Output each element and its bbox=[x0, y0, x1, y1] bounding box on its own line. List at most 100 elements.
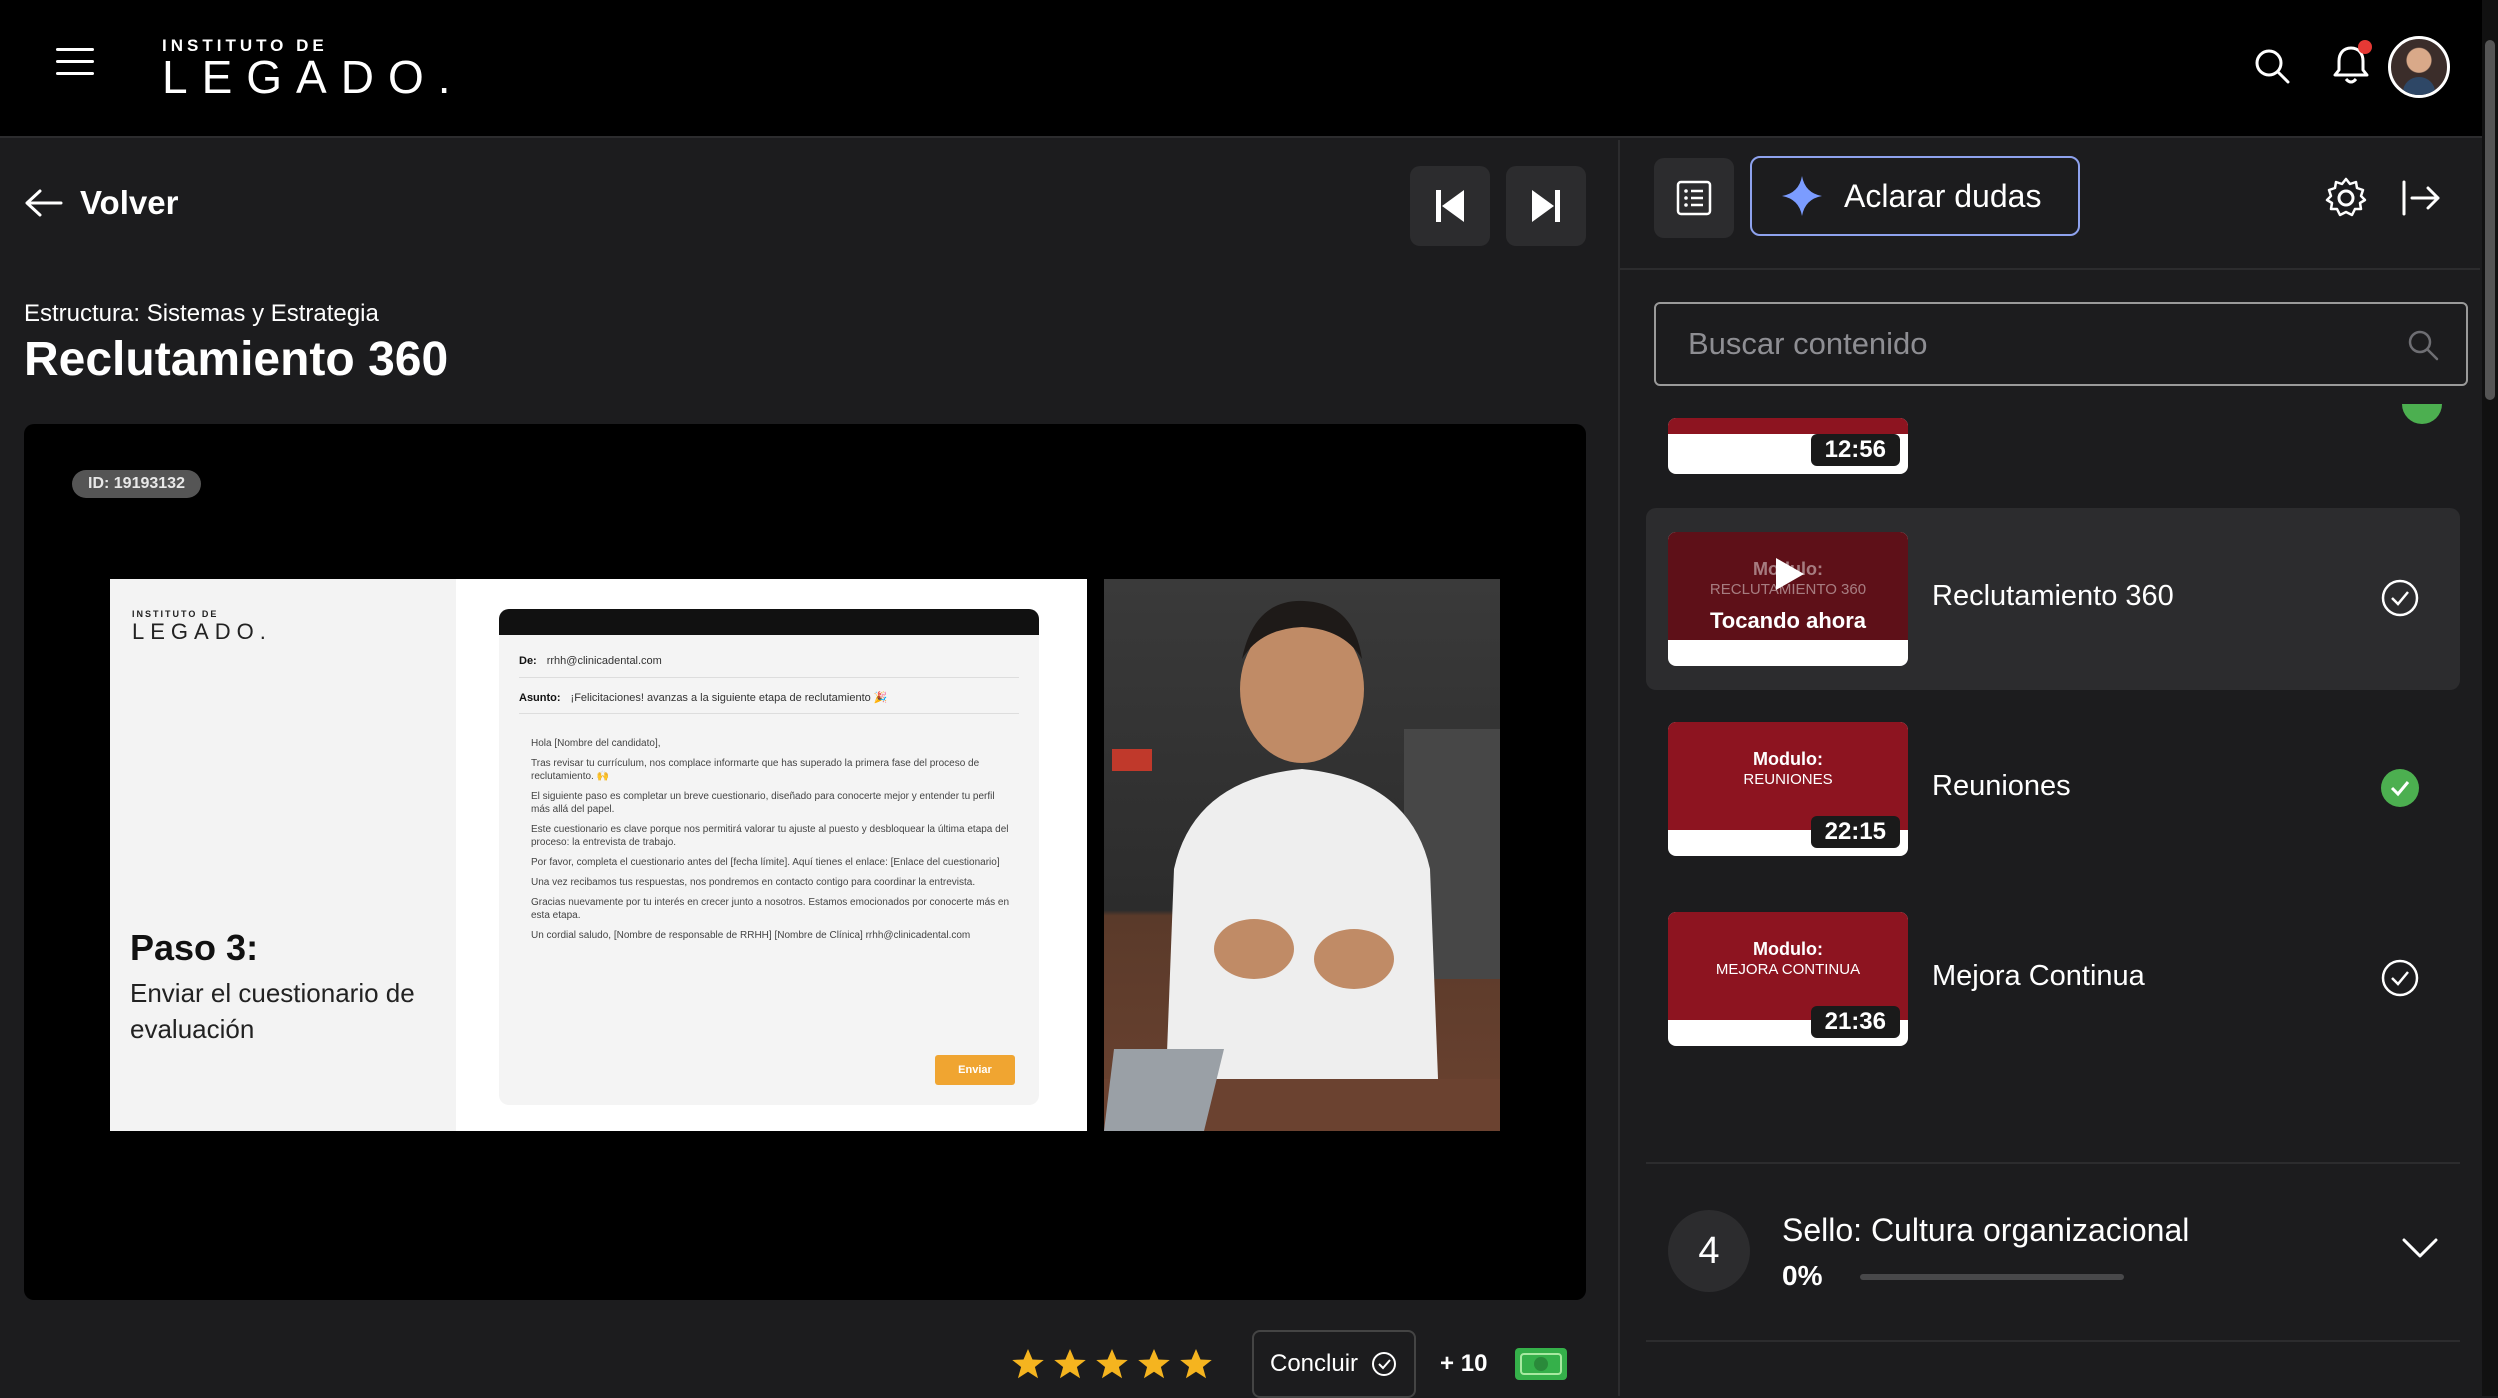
lesson-item-mejora-continua[interactable]: Modulo: MEJORA CONTINUA 21:36 Mejora Con… bbox=[1646, 890, 2460, 1072]
thumbnail-module-name: MEJORA CONTINUA bbox=[1715, 961, 1861, 978]
lesson-duration: 22:15 bbox=[1810, 816, 1900, 848]
star-icon[interactable] bbox=[1178, 1346, 1214, 1382]
list-icon bbox=[1676, 180, 1712, 216]
check-done-icon bbox=[2402, 404, 2442, 424]
chevron-down-icon[interactable] bbox=[2400, 1236, 2440, 1260]
lesson-title: Mejora Continua bbox=[1932, 960, 2145, 992]
star-icon[interactable] bbox=[1052, 1346, 1088, 1382]
points-label: + 10 bbox=[1440, 1350, 1488, 1377]
email-body: Hola [Nombre del candidato], Tras revisa… bbox=[531, 737, 1011, 949]
star-icon[interactable] bbox=[1136, 1346, 1172, 1382]
check-done-icon bbox=[2381, 769, 2419, 807]
logo[interactable]: INSTITUTO DE LEGADO. bbox=[162, 36, 465, 100]
content-search bbox=[1654, 302, 2468, 386]
check-circle-icon bbox=[1372, 1352, 1397, 1376]
email-paragraph: Hola [Nombre del candidato], bbox=[531, 738, 661, 749]
skip-back-icon bbox=[1436, 190, 1464, 222]
section-percent: 0% bbox=[1782, 1260, 1823, 1291]
search-icon[interactable] bbox=[2406, 328, 2440, 362]
thumbnail-banner bbox=[1668, 418, 1908, 434]
section-title: Sello: Cultura organizacional bbox=[1782, 1212, 2190, 1248]
course-sidebar: Aclarar dudas 12:56 Modulo: RECLUTAM bbox=[1618, 140, 2480, 1396]
search-input[interactable] bbox=[1656, 304, 2396, 384]
slide-logo-big: LEGADO. bbox=[132, 619, 272, 644]
page-scrollbar[interactable] bbox=[2482, 0, 2498, 1396]
email-paragraph: Tras revisar tu currículum, nos complace… bbox=[531, 758, 980, 782]
video-player[interactable]: ID: 19193132 INSTITUTO DE LEGADO. Paso 3… bbox=[24, 424, 1586, 1300]
logo-big-text: LEGADO. bbox=[162, 51, 465, 103]
course-section-4[interactable]: 4 Sello: Cultura organizacional 0% bbox=[1646, 1162, 2460, 1342]
email-subject-label: Asunto: bbox=[519, 692, 561, 704]
lesson-thumbnail: Modulo: MEJORA CONTINUA 21:36 bbox=[1668, 912, 1908, 1046]
ask-ai-button[interactable]: Aclarar dudas bbox=[1750, 156, 2080, 236]
email-from-row: De: rrhh@clinicadental.com bbox=[519, 655, 662, 667]
thumbnail-module-name: REUNIONES bbox=[1743, 771, 1833, 788]
search-icon[interactable] bbox=[2252, 46, 2292, 86]
presenter-video bbox=[1104, 579, 1500, 1131]
slide-logo-small: INSTITUTO DE bbox=[132, 609, 219, 619]
lesson-thumbnail[interactable]: 12:56 bbox=[1668, 418, 1908, 474]
sparkle-icon bbox=[1782, 176, 1822, 216]
lesson-item-reuniones[interactable]: Modulo: REUNIONES 22:15 Reuniones bbox=[1646, 700, 2460, 882]
next-lesson-button[interactable] bbox=[1506, 166, 1586, 246]
email-paragraph: Este cuestionario es clave porque nos pe… bbox=[531, 824, 1009, 848]
star-icon[interactable] bbox=[1094, 1346, 1130, 1382]
section-number: 4 bbox=[1668, 1210, 1750, 1292]
gear-icon[interactable] bbox=[2324, 176, 2368, 220]
email-paragraph: Una vez recibamos tus respuestas, nos po… bbox=[531, 877, 976, 888]
lesson-title: Reuniones bbox=[1932, 770, 2071, 802]
email-divider bbox=[519, 713, 1019, 714]
email-paragraph: Gracias nuevamente por tu interés en cre… bbox=[531, 897, 1010, 921]
email-paragraph: Un cordial saludo, [Nombre de responsabl… bbox=[531, 930, 971, 941]
ticket-icon bbox=[1515, 1348, 1568, 1380]
lesson-title: Reclutamiento 360 bbox=[24, 333, 449, 386]
lesson-breadcrumb: Estructura: Sistemas y Estrategia bbox=[24, 300, 379, 327]
lesson-thumbnail: Modulo: RECLUTAMIENTO 360 Tocando ahora bbox=[1668, 532, 1908, 666]
email-subject-row: Asunto: ¡Felicitaciones! avanzas a la sig… bbox=[519, 691, 888, 704]
scrollbar-thumb[interactable] bbox=[2485, 40, 2495, 400]
lesson-thumbnail: Modulo: REUNIONES 22:15 bbox=[1668, 722, 1908, 856]
contents-list-button[interactable] bbox=[1654, 158, 1734, 238]
thumbnail-module-text: Modulo: MEJORA CONTINUA bbox=[1668, 940, 1908, 979]
slide-step-description: Enviar el cuestionario de evaluación bbox=[130, 978, 415, 1044]
lesson-item-reclutamiento[interactable]: Modulo: RECLUTAMIENTO 360 Tocando ahora … bbox=[1646, 508, 2460, 690]
slide-left-panel: INSTITUTO DE LEGADO. Paso 3: Enviar el c… bbox=[110, 579, 456, 1131]
star-icon[interactable] bbox=[1010, 1346, 1046, 1382]
email-send-button: Enviar bbox=[935, 1055, 1015, 1085]
menu-icon[interactable] bbox=[56, 46, 94, 78]
top-bar: INSTITUTO DE LEGADO. bbox=[0, 0, 2498, 138]
arrow-left-icon bbox=[25, 189, 63, 217]
conclude-label: Concluir bbox=[1270, 1350, 1359, 1377]
video-id-badge: ID: 19193132 bbox=[72, 470, 201, 498]
avatar[interactable] bbox=[2388, 36, 2450, 98]
email-from: rrhh@clinicadental.com bbox=[546, 655, 662, 667]
section-progress-bar bbox=[1860, 1274, 2124, 1280]
email-from-label: De: bbox=[519, 655, 537, 667]
email-paragraph: El siguiente paso es completar un breve … bbox=[531, 791, 995, 815]
main-content: Volver Estructura: Sistemas y Estrategia… bbox=[0, 140, 1618, 1398]
email-title-bar bbox=[499, 609, 1039, 635]
back-label: Volver bbox=[80, 184, 179, 221]
skip-forward-icon bbox=[1532, 190, 1560, 222]
presenter-figure bbox=[1104, 600, 1500, 1131]
play-icon bbox=[1776, 558, 1804, 590]
check-circle-icon bbox=[2381, 579, 2419, 617]
video-slide: INSTITUTO DE LEGADO. Paso 3: Enviar el c… bbox=[110, 579, 1087, 1131]
rating-stars[interactable] bbox=[1010, 1346, 1214, 1382]
lesson-duration: 12:56 bbox=[1810, 434, 1900, 466]
previous-lesson-button[interactable] bbox=[1410, 166, 1490, 246]
email-paragraph: Por favor, completa el cuestionario ante… bbox=[531, 857, 1000, 868]
thumbnail-module-label: Modulo: bbox=[1753, 749, 1823, 769]
lesson-controls: Concluir + 10 bbox=[1010, 1330, 1569, 1398]
email-mockup: De: rrhh@clinicadental.com Asunto: ¡Felici… bbox=[499, 609, 1039, 1105]
email-subject: ¡Felicitaciones! avanzas a la siguiente … bbox=[570, 692, 888, 704]
lesson-duration: 21:36 bbox=[1810, 1006, 1900, 1038]
thumbnail-module-label: Modulo: bbox=[1753, 939, 1823, 959]
slide-step-title: Paso 3: bbox=[130, 927, 259, 968]
conclude-button[interactable]: Concluir bbox=[1252, 1330, 1417, 1398]
lesson-title: Reclutamiento 360 bbox=[1932, 580, 2174, 612]
collapse-sidebar-icon[interactable] bbox=[2400, 178, 2444, 218]
email-divider bbox=[519, 677, 1019, 678]
notification-dot bbox=[2358, 40, 2372, 54]
back-button[interactable]: Volver bbox=[24, 184, 178, 222]
